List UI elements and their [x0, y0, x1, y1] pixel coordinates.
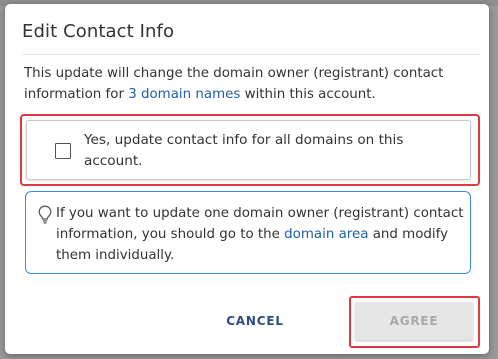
confirm-checkbox[interactable]	[55, 143, 71, 159]
info-box: If you want to update one domain owner (…	[25, 191, 471, 274]
lightbulb-icon	[38, 205, 52, 225]
confirm-checkbox-card[interactable]: Yes, update contact info for all domains…	[26, 120, 471, 180]
confirm-checkbox-label[interactable]: Yes, update contact info for all domains…	[84, 130, 424, 172]
edit-contact-info-dialog: Edit Contact Info This update will chang…	[5, 4, 489, 354]
agree-button[interactable]: AGREE	[355, 302, 473, 340]
cancel-button[interactable]: CANCEL	[209, 309, 301, 333]
intro-text-end: within this account.	[240, 87, 376, 102]
intro-text: This update will change the domain owner…	[24, 63, 464, 105]
info-text: If you want to update one domain owner (…	[56, 203, 466, 266]
dialog-title: Edit Contact Info	[22, 21, 175, 42]
domain-names-link[interactable]: 3 domain names	[128, 87, 240, 102]
domain-area-link[interactable]: domain area	[284, 227, 368, 242]
title-divider	[22, 54, 480, 55]
